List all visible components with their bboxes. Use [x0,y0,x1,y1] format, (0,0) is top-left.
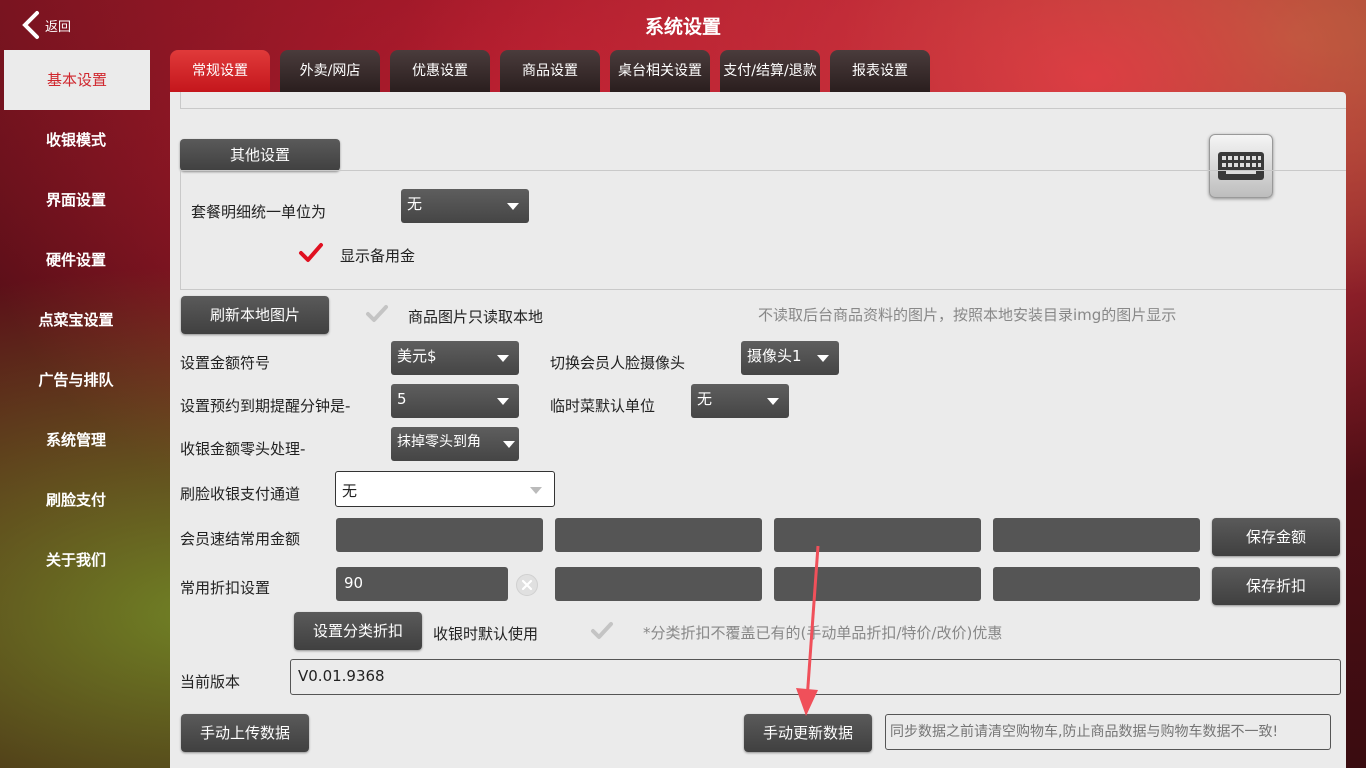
combo-unit-value: 无 [407,195,423,213]
temp-unit-value: 无 [697,390,713,408]
rounding-select[interactable]: 抹掉零头到角 [391,427,519,461]
chevron-down-icon [530,487,542,494]
reminder-label: 设置预约到期提醒分钟是- [180,397,351,415]
category-default-label: 收银时默认使用 [433,625,539,643]
tab-product[interactable]: 商品设置 [500,50,600,92]
member-amount-input-2[interactable] [555,518,762,552]
checkmark-icon [366,305,388,322]
header: 返回 系统设置 [0,0,1366,50]
category-discount-hint: *分类折扣不覆盖已有的(手动单品折扣/特价/改价)优惠 [643,624,1003,642]
refresh-local-images-button[interactable]: 刷新本地图片 [181,296,329,334]
face-channel-label: 刷脸收银支付通道 [180,485,301,503]
version-field: V0.01.9368 [290,659,1341,695]
member-amount-label: 会员速结常用金额 [180,530,301,548]
discount-input-1[interactable]: 90 [336,567,508,601]
reminder-select[interactable]: 5 [391,384,519,418]
checkmark-icon [591,622,613,639]
top-divider [180,92,1346,109]
sidebar-item-ordering-device[interactable]: 点菜宝设置 [0,290,152,350]
tab-payment[interactable]: 支付/结算/退款 [720,50,820,92]
local-only-label: 商品图片只读取本地 [408,308,544,326]
sidebar-item-about[interactable]: 关于我们 [0,530,152,590]
face-channel-select[interactable]: 无 [335,471,555,507]
tab-report[interactable]: 报表设置 [830,50,930,92]
set-category-discount-button[interactable]: 设置分类折扣 [294,612,422,650]
version-value: V0.01.9368 [298,667,385,685]
tab-delivery[interactable]: 外卖/网店 [280,50,380,92]
sidebar-item-hardware[interactable]: 硬件设置 [0,230,152,290]
currency-select[interactable]: 美元$ [391,341,519,375]
close-icon [521,579,533,591]
currency-value: 美元$ [397,347,437,365]
tab-table[interactable]: 桌台相关设置 [610,50,710,92]
discount-input-2[interactable] [555,567,762,601]
sidebar-item-face-pay[interactable]: 刷脸支付 [0,470,152,530]
sidebar-item-basic[interactable]: 基本设置 [4,50,150,110]
clear-discount-button[interactable] [516,574,538,596]
camera-label: 切换会员人脸摄像头 [550,354,686,372]
manual-update-button[interactable]: 手动更新数据 [744,714,872,752]
page-title: 系统设置 [644,16,721,38]
chevron-down-icon [503,441,515,448]
member-amount-input-1[interactable] [336,518,543,552]
save-amount-button[interactable]: 保存金额 [1212,518,1340,556]
show-reserve-checkbox[interactable] [298,240,324,266]
face-channel-value: 无 [342,482,358,500]
chevron-down-icon [767,398,779,405]
chevron-down-icon [497,398,509,405]
temp-unit-select[interactable]: 无 [691,384,789,418]
discount-label: 常用折扣设置 [180,579,271,597]
rounding-value: 抹掉零头到角 [397,434,481,450]
other-settings-group [180,170,1346,290]
other-settings-button[interactable]: 其他设置 [180,139,340,171]
sidebar-item-system[interactable]: 系统管理 [0,410,152,470]
member-amount-input-3[interactable] [774,518,981,552]
tab-general[interactable]: 常规设置 [170,50,270,92]
sync-note-input[interactable] [885,714,1331,750]
manual-upload-button[interactable]: 手动上传数据 [181,714,309,752]
temp-unit-label: 临时菜默认单位 [550,397,656,415]
camera-value: 摄像头1 [747,347,802,365]
tab-promotion[interactable]: 优惠设置 [390,50,490,92]
checkmark-icon [299,243,323,262]
currency-label: 设置金额符号 [180,354,271,372]
chevron-down-icon [507,203,519,210]
combo-unit-label: 套餐明细统一单位为 [191,203,327,221]
chevron-down-icon [497,355,509,362]
sidebar: 基本设置 收银模式 界面设置 硬件设置 点菜宝设置 广告与排队 系统管理 刷脸支… [0,50,152,590]
save-discount-button[interactable]: 保存折扣 [1212,567,1340,605]
category-default-checkbox[interactable] [590,619,614,643]
show-reserve-label: 显示备用金 [340,247,416,265]
discount-input-3[interactable] [774,567,981,601]
chevron-down-icon [817,355,829,362]
local-only-checkbox[interactable] [365,302,389,326]
rounding-label: 收银金额零头处理- [180,440,306,458]
sidebar-item-interface[interactable]: 界面设置 [0,170,152,230]
settings-panel: 其他设置 套餐明细统一单位为 无 显示备用金 刷新本地图片 商品图片只读取本地 … [170,92,1346,768]
sidebar-item-ads-queue[interactable]: 广告与排队 [0,350,152,410]
version-label: 当前版本 [180,673,241,691]
discount-input-4[interactable] [993,567,1200,601]
reminder-value: 5 [397,390,407,408]
member-amount-input-4[interactable] [993,518,1200,552]
tab-bar: 常规设置 外卖/网店 优惠设置 商品设置 桌台相关设置 支付/结算/退款 报表设… [170,50,940,92]
camera-select[interactable]: 摄像头1 [741,341,839,375]
sidebar-item-cashier-mode[interactable]: 收银模式 [0,110,152,170]
local-images-hint: 不读取后台商品资料的图片，按照本地安装目录img的图片显示 [758,306,1177,324]
combo-unit-select[interactable]: 无 [401,189,529,223]
